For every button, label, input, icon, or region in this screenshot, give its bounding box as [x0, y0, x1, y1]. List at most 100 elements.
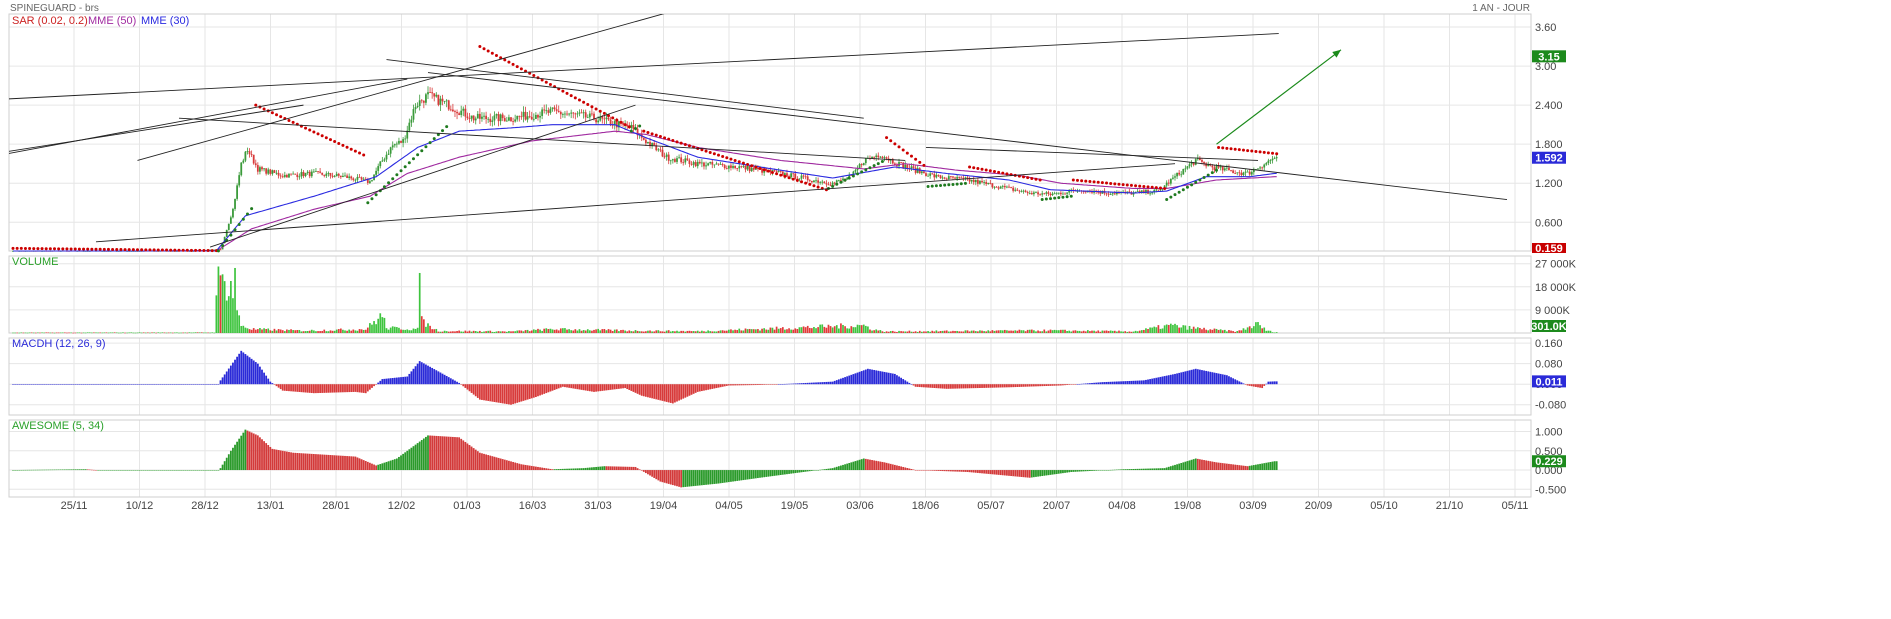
volume-bar	[254, 329, 257, 333]
volume-bar	[437, 331, 440, 333]
candle-body	[456, 111, 458, 114]
volume-bar	[937, 331, 940, 333]
candle-body	[943, 177, 946, 179]
sar-dot	[1258, 150, 1262, 154]
awesome-bar	[296, 452, 299, 471]
volume-bar	[715, 331, 718, 333]
awesome-bar	[788, 470, 790, 474]
volume-bar	[765, 329, 768, 333]
awesome-bar	[346, 456, 348, 471]
volume-bar	[827, 324, 830, 333]
awesome-bar	[1186, 461, 1189, 471]
volume-bar	[958, 331, 961, 333]
volume-bar	[1170, 323, 1172, 333]
candle-body	[294, 173, 297, 175]
macd-bar	[582, 384, 585, 391]
candle-body	[835, 180, 838, 183]
awesome-bar	[321, 454, 324, 471]
awesome-bar	[530, 465, 533, 471]
macd-bar	[1149, 379, 1151, 385]
sar-dot	[590, 105, 594, 109]
volume-bar	[1008, 330, 1010, 333]
awesome-bar	[781, 470, 784, 475]
candle-body	[970, 179, 973, 182]
sar-dot	[40, 247, 44, 251]
awesome-bar	[472, 448, 475, 471]
candle-body	[813, 180, 815, 183]
macd-bar	[1105, 381, 1108, 385]
macd-bar	[493, 384, 496, 402]
sar-dot	[106, 247, 110, 251]
awesome-bar	[678, 470, 680, 487]
volume-bar	[360, 329, 363, 333]
candle-body	[263, 168, 265, 170]
macd-bar	[55, 384, 58, 385]
macd-bar	[559, 384, 562, 388]
macd-bar	[929, 384, 932, 388]
macd-bar	[549, 384, 552, 392]
candle-body	[248, 151, 251, 155]
macd-bar	[317, 384, 319, 394]
macd-bar	[103, 384, 106, 385]
macd-bar	[941, 384, 944, 389]
sar-dot	[963, 181, 967, 185]
macd-bar	[373, 384, 375, 387]
awesome-bar	[790, 470, 793, 474]
macd-bar	[232, 362, 234, 385]
awesome-bar	[1273, 461, 1276, 471]
macd-bar	[595, 384, 597, 392]
macd-bar	[848, 375, 851, 385]
volume-bar	[476, 331, 479, 333]
macd-bar	[676, 384, 678, 402]
candle-body	[1128, 191, 1131, 193]
candle-body	[1109, 194, 1112, 196]
awesome-bar	[441, 436, 444, 471]
macd-bar	[117, 384, 120, 385]
volume-bar	[124, 332, 126, 334]
macd-bar	[682, 384, 685, 399]
sar-dot	[650, 132, 654, 136]
awesome-bar	[877, 461, 880, 471]
sar-dot	[598, 109, 602, 113]
macd-bar	[717, 384, 720, 388]
macd-bar	[86, 384, 89, 385]
volume-bar	[908, 330, 911, 333]
awesome-bar	[906, 467, 909, 471]
candle-body	[738, 166, 741, 169]
volume-bar	[22, 332, 25, 334]
volume-bar	[676, 330, 678, 333]
awesome-bar	[727, 470, 730, 483]
macd-bar	[124, 384, 126, 385]
volume-bar	[306, 331, 309, 333]
candle-body	[445, 100, 448, 102]
volume-bar	[574, 329, 577, 333]
awesome-bar	[250, 432, 253, 471]
awesome-bar	[366, 461, 369, 471]
sar-dot	[169, 248, 173, 252]
candle-body	[1203, 161, 1205, 164]
candle-body	[312, 171, 315, 173]
sar-dot	[1217, 145, 1221, 149]
macd-bar	[476, 384, 479, 398]
volume-bar	[896, 331, 898, 333]
sar-dot	[216, 249, 220, 253]
awesome-bar	[829, 468, 832, 471]
macd-bar	[271, 383, 274, 385]
volume-bar	[993, 330, 996, 333]
awesome-bar	[900, 466, 902, 471]
volume-bar	[939, 330, 942, 333]
sar-dot	[1177, 190, 1181, 194]
candle-body	[352, 178, 355, 180]
macd-bar	[698, 384, 701, 392]
awesome-bar	[698, 470, 701, 486]
volume-bar	[838, 328, 840, 333]
macd-bar	[259, 366, 261, 385]
volume-bar	[1055, 330, 1058, 333]
macd-bar	[1051, 384, 1054, 386]
awesome-bar	[1194, 458, 1197, 471]
sar-dot	[1105, 181, 1109, 185]
awesome-bar	[221, 464, 224, 471]
stock-chart: 3.603.002.4001.8001.2000.60027 000K18 00…	[0, 0, 1891, 619]
sar-dot	[548, 82, 552, 86]
macd-bar	[757, 384, 759, 386]
